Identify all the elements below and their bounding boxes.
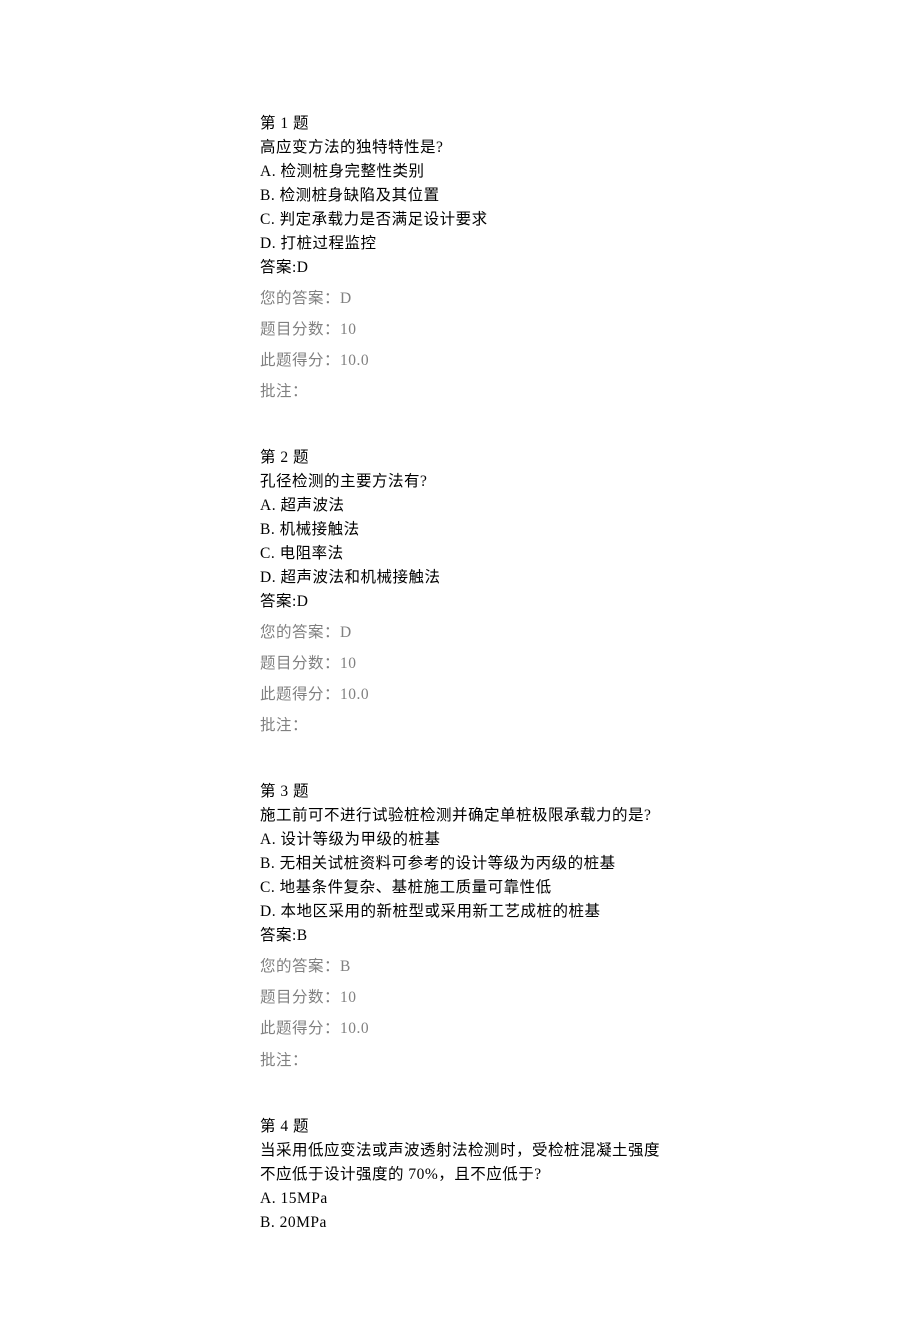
question-option: B. 检测桩身缺陷及其位置 <box>260 184 660 208</box>
correct-answer: 答案:D <box>260 256 660 280</box>
question-header: 第 2 题 <box>260 446 660 470</box>
question-option: D. 本地区采用的新桩型或采用新工艺成桩的桩基 <box>260 900 660 924</box>
question-header: 第 4 题 <box>260 1115 660 1139</box>
correct-answer: 答案:D <box>260 590 660 614</box>
question-option: A. 设计等级为甲级的桩基 <box>260 828 660 852</box>
question-option: C. 电阻率法 <box>260 542 660 566</box>
question-prompt: 当采用低应变法或声波透射法检测时，受检桩混凝土强度不应低于设计强度的 70%，且… <box>260 1139 660 1187</box>
question-option: A. 超声波法 <box>260 494 660 518</box>
question-option: D. 超声波法和机械接触法 <box>260 566 660 590</box>
question-prompt: 高应变方法的独特特性是? <box>260 136 660 160</box>
question-points: 题目分数：10 <box>260 986 660 1010</box>
question-block: 第 2 题 孔径检测的主要方法有? A. 超声波法 B. 机械接触法 C. 电阻… <box>260 446 660 738</box>
question-option: B. 无相关试桩资料可参考的设计等级为丙级的桩基 <box>260 852 660 876</box>
correct-answer: 答案:B <box>260 924 660 948</box>
question-option: D. 打桩过程监控 <box>260 232 660 256</box>
question-score: 此题得分：10.0 <box>260 349 660 373</box>
your-answer: 您的答案：D <box>260 287 660 311</box>
question-block: 第 1 题 高应变方法的独特特性是? A. 检测桩身完整性类别 B. 检测桩身缺… <box>260 112 660 404</box>
question-comment: 批注： <box>260 714 660 738</box>
question-option: B. 20MPa <box>260 1211 660 1235</box>
question-points: 题目分数：10 <box>260 318 660 342</box>
question-option: C. 判定承载力是否满足设计要求 <box>260 208 660 232</box>
question-prompt: 孔径检测的主要方法有? <box>260 470 660 494</box>
question-score: 此题得分：10.0 <box>260 1017 660 1041</box>
question-block: 第 3 题 施工前可不进行试验桩检测并确定单桩极限承载力的是? A. 设计等级为… <box>260 780 660 1072</box>
question-prompt: 施工前可不进行试验桩检测并确定单桩极限承载力的是? <box>260 804 660 828</box>
question-option: A. 检测桩身完整性类别 <box>260 160 660 184</box>
question-points: 题目分数：10 <box>260 652 660 676</box>
question-score: 此题得分：10.0 <box>260 683 660 707</box>
question-option: C. 地基条件复杂、基桩施工质量可靠性低 <box>260 876 660 900</box>
question-header: 第 1 题 <box>260 112 660 136</box>
question-header: 第 3 题 <box>260 780 660 804</box>
your-answer: 您的答案：D <box>260 621 660 645</box>
question-comment: 批注： <box>260 380 660 404</box>
your-answer: 您的答案：B <box>260 955 660 979</box>
document-page: 第 1 题 高应变方法的独特特性是? A. 检测桩身完整性类别 B. 检测桩身缺… <box>0 0 920 1337</box>
question-option: B. 机械接触法 <box>260 518 660 542</box>
question-block: 第 4 题 当采用低应变法或声波透射法检测时，受检桩混凝土强度不应低于设计强度的… <box>260 1115 660 1235</box>
question-comment: 批注： <box>260 1049 660 1073</box>
question-option: A. 15MPa <box>260 1187 660 1211</box>
